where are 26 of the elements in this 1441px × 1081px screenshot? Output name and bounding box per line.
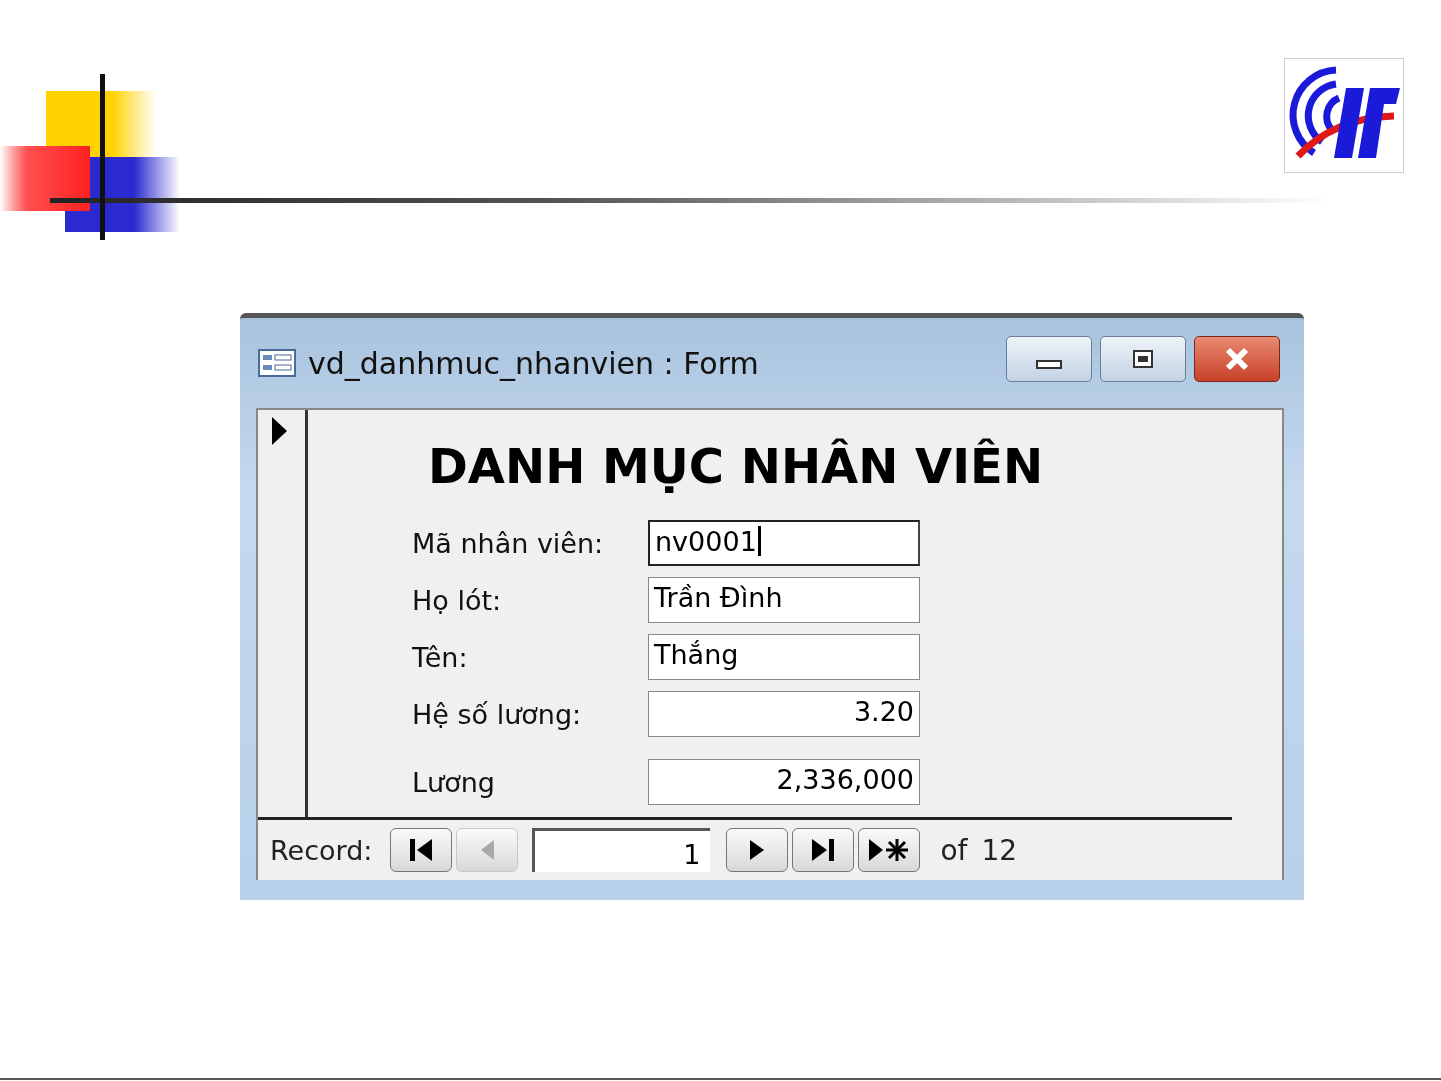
field-label: Mã nhân viên:: [412, 527, 605, 559]
record-count: 12: [981, 833, 1018, 867]
last-record-button[interactable]: [792, 828, 855, 872]
next-record-button[interactable]: [726, 828, 789, 872]
record-number-field[interactable]: 1: [532, 828, 711, 872]
field-label: Lương: [412, 766, 496, 798]
logo-icon: [1284, 58, 1404, 173]
field-label: Hệ số lương:: [412, 698, 583, 730]
form-heading: DANH MỤC NHÂN VIÊN: [428, 438, 1045, 494]
minimize-button[interactable]: [1006, 336, 1092, 382]
window-title: vd_danhmuc_nhanvien : Form: [308, 345, 759, 381]
text-field[interactable]: Thắng: [648, 634, 920, 680]
form-icon: [258, 349, 296, 377]
of-label: of: [940, 833, 968, 867]
text-field[interactable]: Trần Đình: [648, 577, 920, 623]
text-field[interactable]: 2,336,000: [648, 759, 920, 805]
record-label: Record:: [270, 834, 373, 866]
new-record-button[interactable]: [858, 828, 921, 872]
text-field[interactable]: nv0001: [648, 520, 920, 566]
field-label: Tên:: [412, 641, 469, 673]
first-record-button[interactable]: [390, 828, 453, 872]
maximize-button[interactable]: [1100, 336, 1186, 382]
field-label: Họ lót:: [412, 584, 503, 616]
minimize-icon: [1036, 359, 1062, 369]
close-button[interactable]: [1194, 336, 1280, 382]
text-field[interactable]: 3.20: [648, 691, 920, 737]
